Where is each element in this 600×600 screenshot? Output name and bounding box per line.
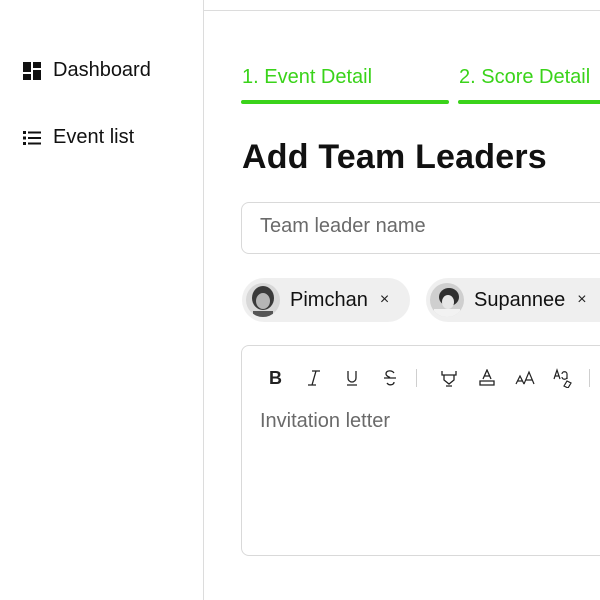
highlight-icon[interactable] <box>437 367 460 389</box>
sidebar-divider <box>203 0 204 600</box>
underline-icon[interactable] <box>340 367 363 389</box>
list-icon <box>23 129 41 147</box>
clear-format-icon[interactable] <box>551 367 574 389</box>
toolbar-separator <box>416 369 417 387</box>
font-size-icon[interactable] <box>513 367 536 389</box>
step-event-detail-indicator <box>241 100 449 104</box>
bold-icon[interactable]: B <box>264 367 287 389</box>
text-color-icon[interactable] <box>475 367 498 389</box>
step-event-detail[interactable]: 1. Event Detail <box>242 66 372 89</box>
team-leader-input[interactable] <box>260 215 600 238</box>
header-divider <box>204 10 600 11</box>
chip-label: Pimchan <box>290 288 368 311</box>
editor-toolbar: B <box>264 366 600 390</box>
italic-icon[interactable] <box>302 367 325 389</box>
step-score-detail[interactable]: 2. Score Detail <box>459 66 590 89</box>
team-leader-field[interactable] <box>241 202 600 254</box>
leader-chip: Supannee × <box>426 278 600 322</box>
page-title: Add Team Leaders <box>242 138 547 176</box>
leader-chip: Pimchan × <box>242 278 410 322</box>
remove-chip-icon[interactable]: × <box>577 291 586 309</box>
chip-label: Supannee <box>474 288 566 311</box>
sidebar: Dashboard Event list <box>0 0 203 600</box>
sidebar-item-label: Event list <box>53 126 135 148</box>
step-score-detail-indicator <box>458 100 600 104</box>
invitation-letter-placeholder: Invitation letter <box>260 410 391 432</box>
toolbar-separator <box>589 369 590 387</box>
sidebar-item-dashboard[interactable]: Dashboard <box>23 59 151 82</box>
sidebar-item-label: Dashboard <box>53 59 151 81</box>
dashboard-icon <box>23 61 41 80</box>
invitation-editor[interactable]: B Invitation letter <box>241 345 600 556</box>
avatar <box>430 283 464 317</box>
avatar <box>246 283 280 317</box>
remove-chip-icon[interactable]: × <box>380 291 389 309</box>
strikethrough-icon[interactable] <box>378 367 401 389</box>
sidebar-item-event-list[interactable]: Event list <box>23 126 134 149</box>
